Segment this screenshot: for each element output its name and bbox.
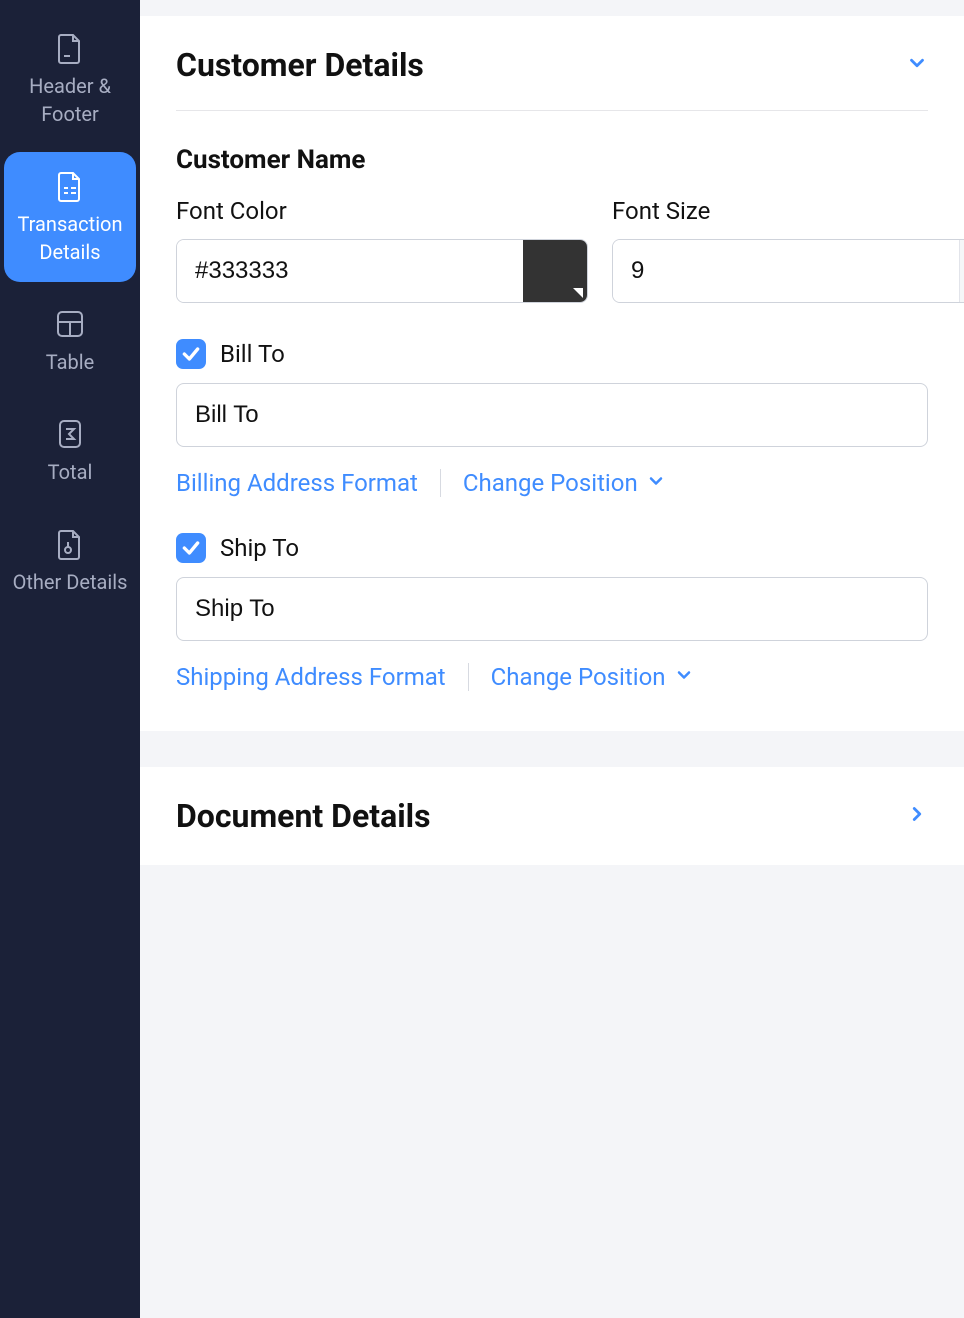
sidebar-item-label: Transaction Details <box>10 210 130 266</box>
sidebar-item-table[interactable]: Table <box>4 290 136 392</box>
sigma-file-icon <box>54 416 86 452</box>
billing-address-format-link[interactable]: Billing Address Format <box>176 469 418 497</box>
main-content: Customer Details Customer Name Font Colo… <box>140 0 964 1318</box>
customer-details-header[interactable]: Customer Details <box>176 46 928 84</box>
font-color-label: Font Color <box>176 197 588 225</box>
document-details-title: Document Details <box>176 797 431 835</box>
font-size-input-group: pt <box>612 239 964 303</box>
font-size-unit: pt <box>959 240 964 302</box>
divider <box>468 663 469 691</box>
color-swatch-picker[interactable] <box>523 240 587 302</box>
sidebar-item-header-footer[interactable]: Header & Footer <box>4 14 136 144</box>
sidebar-item-label: Table <box>46 348 94 376</box>
transaction-file-icon <box>54 168 86 204</box>
bill-to-change-position-link[interactable]: Change Position <box>463 469 666 497</box>
page-icon <box>54 30 86 66</box>
font-color-input[interactable] <box>177 240 523 302</box>
bill-to-input[interactable] <box>176 383 928 447</box>
customer-name-heading: Customer Name <box>176 145 928 175</box>
chevron-right-icon <box>906 803 928 829</box>
font-size-input[interactable] <box>613 240 959 302</box>
shipping-address-format-link[interactable]: Shipping Address Format <box>176 663 446 691</box>
document-details-panel: Document Details <box>140 767 964 865</box>
ship-to-change-position-link[interactable]: Change Position <box>491 663 694 691</box>
table-icon <box>54 306 86 342</box>
sidebar-item-total[interactable]: Total <box>4 400 136 502</box>
customer-details-panel: Customer Details Customer Name Font Colo… <box>140 16 964 731</box>
sidebar-item-label: Other Details <box>13 568 128 596</box>
sidebar-item-label: Total <box>48 458 93 486</box>
sidebar-item-transaction-details[interactable]: Transaction Details <box>4 152 136 282</box>
divider <box>176 110 928 111</box>
font-color-input-group <box>176 239 588 303</box>
sidebar-item-other-details[interactable]: Other Details <box>4 510 136 612</box>
bill-to-checkbox-label: Bill To <box>220 340 285 368</box>
panel-gap <box>140 731 964 751</box>
chevron-down-icon <box>646 469 666 497</box>
document-details-header[interactable]: Document Details <box>176 797 928 835</box>
panel-gap <box>140 865 964 885</box>
bill-to-checkbox[interactable] <box>176 339 206 369</box>
customer-details-title: Customer Details <box>176 46 424 84</box>
chevron-down-icon <box>906 52 928 78</box>
sidebar-item-label: Header & Footer <box>10 72 130 128</box>
ship-to-checkbox[interactable] <box>176 533 206 563</box>
chevron-down-icon <box>674 663 694 691</box>
ship-to-checkbox-label: Ship To <box>220 534 299 562</box>
divider <box>440 469 441 497</box>
font-size-label: Font Size <box>612 197 964 225</box>
sidebar: Header & Footer Transaction Details Tabl… <box>0 0 140 1318</box>
ship-to-input[interactable] <box>176 577 928 641</box>
other-file-icon <box>54 526 86 562</box>
